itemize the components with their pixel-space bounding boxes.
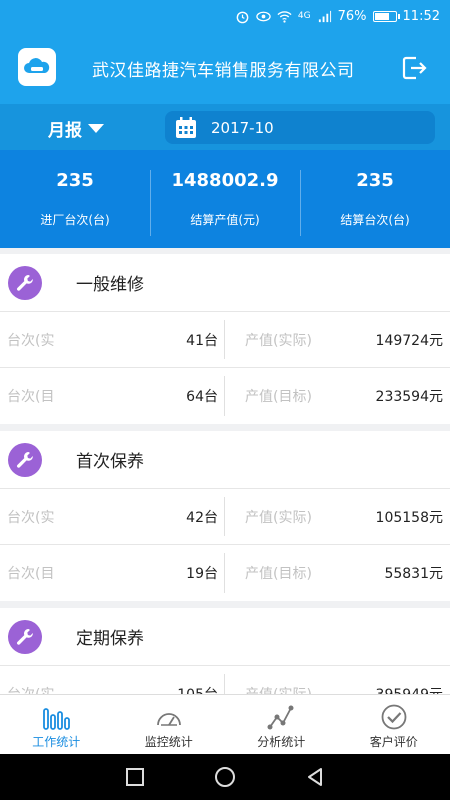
row-label: 台次(目 — [7, 389, 55, 405]
wrench-icon — [8, 265, 42, 300]
row-label: 产值(实际) — [245, 509, 312, 526]
tab-analysis-stats[interactable]: 分析统计 — [225, 695, 338, 754]
stats-list[interactable]: 一般维修 台次(实 41台 产值(实际) 149724元 台次(目 64台 产值(目标… — [0, 254, 450, 694]
app-logo — [18, 48, 56, 86]
section-header: 一般维修 — [0, 254, 450, 312]
summary-label: 结算产值(元) — [190, 213, 260, 227]
alarm-icon — [236, 11, 249, 23]
summary-settlement-value: 1488002.9 结算产值(元) — [150, 150, 300, 248]
row-value: 149724元 — [375, 332, 443, 349]
row-value: 41台 — [186, 332, 218, 349]
row-value: 233594元 — [375, 389, 443, 405]
tab-label: 监控统计 — [144, 735, 193, 749]
section-general-repair: 一般维修 台次(实 41台 产值(实际) 149724元 台次(目 64台 产值(目标… — [0, 254, 450, 424]
row-value: 64台 — [186, 389, 218, 405]
tab-label: 工作统计 — [32, 735, 81, 749]
period-dropdown[interactable]: 月报 — [48, 116, 104, 141]
date-picker[interactable]: 2017-10 — [165, 111, 435, 144]
row-label: 产值(目标) — [245, 389, 312, 405]
logout-icon[interactable] — [400, 54, 428, 82]
row-label: 产值(实际) — [245, 684, 312, 694]
calendar-icon — [176, 116, 196, 138]
cloud-car-icon — [24, 58, 50, 73]
summary-panel: 235 进厂台次(台) 1488002.9 结算产值(元) 235 结算台次(台… — [0, 150, 450, 248]
section-header: 定期保养 — [0, 608, 450, 666]
row-label: 台次(实 — [7, 509, 55, 526]
table-row: 台次(目 64台 产值(目标) 233594元 — [0, 368, 450, 424]
app-header: 武汉佳路捷汽车销售服务有限公司 — [0, 32, 450, 104]
summary-intake-count: 235 进厂台次(台) — [0, 150, 150, 248]
signal-icon — [318, 10, 331, 22]
bar-chart-icon — [43, 708, 71, 730]
caret-down-icon — [88, 124, 104, 133]
tab-label: 分析统计 — [257, 735, 306, 749]
section-title: 首次保养 — [76, 452, 144, 472]
clock: 11:52 — [402, 8, 440, 24]
summary-value: 235 — [356, 170, 394, 191]
row-label: 台次(实 — [7, 332, 55, 349]
gauge-icon — [156, 713, 181, 726]
company-title: 武汉佳路捷汽车销售服务有限公司 — [92, 61, 355, 81]
wrench-icon — [8, 442, 42, 477]
back-icon[interactable] — [305, 767, 325, 787]
section-title: 定期保养 — [76, 629, 144, 649]
battery-icon — [372, 10, 400, 22]
row-value: 105158元 — [375, 509, 443, 526]
date-value: 2017-10 — [211, 118, 274, 137]
recent-apps-icon[interactable] — [125, 767, 145, 787]
summary-value: 235 — [56, 170, 94, 191]
table-row: 台次(目 19台 产值(目标) 55831元 — [0, 545, 450, 601]
section-periodic-maintenance: 定期保养 台次(实 105台 产值(实际) 395949元 — [0, 608, 450, 694]
row-label: 产值(目标) — [245, 566, 312, 582]
row-value: 19台 — [186, 566, 218, 582]
status-bar: 4G 76% 11:52 — [0, 0, 450, 32]
row-value: 55831元 — [384, 566, 443, 582]
summary-label: 进厂台次(台) — [40, 213, 110, 227]
table-row: 台次(实 105台 产值(实际) 395949元 — [0, 666, 450, 694]
section-first-maintenance: 首次保养 台次(实 42台 产值(实际) 105158元 台次(目 19台 产值(目标… — [0, 431, 450, 601]
row-label: 台次(实 — [7, 684, 54, 694]
system-nav-bar — [0, 754, 450, 800]
wrench-icon — [8, 619, 42, 654]
eye-icon — [256, 11, 271, 21]
summary-settlement-count: 235 结算台次(台) — [300, 150, 450, 248]
table-row: 台次(实 42台 产值(实际) 105158元 — [0, 489, 450, 545]
tab-work-stats[interactable]: 工作统计 — [0, 695, 113, 754]
summary-label: 结算台次(台) — [340, 213, 410, 227]
filter-bar: 月报 2017-10 — [0, 104, 450, 150]
battery-percent: 76% — [337, 8, 367, 24]
summary-value: 1488002.9 — [171, 170, 279, 191]
row-label: 台次(目 — [7, 566, 55, 582]
section-header: 首次保养 — [0, 431, 450, 489]
tab-monitoring-stats[interactable]: 监控统计 — [113, 695, 226, 754]
row-label: 产值(实际) — [245, 332, 312, 349]
row-value: 105台 — [177, 684, 218, 694]
wifi-icon — [277, 10, 292, 23]
table-row: 台次(实 41台 产值(实际) 149724元 — [0, 312, 450, 368]
tab-customer-review[interactable]: 客户评价 — [338, 695, 450, 754]
section-title: 一般维修 — [76, 275, 144, 295]
row-value: 42台 — [186, 509, 218, 526]
row-value: 395949元 — [376, 684, 443, 694]
check-circle-icon — [381, 704, 407, 730]
network-type: 4G — [297, 11, 311, 21]
line-chart-icon — [267, 705, 294, 730]
period-label: 月报 — [48, 121, 82, 141]
tab-label: 客户评价 — [369, 735, 418, 749]
home-icon[interactable] — [214, 766, 236, 788]
bottom-tab-bar: 工作统计 监控统计 分析统计 客户评价 — [0, 694, 450, 754]
